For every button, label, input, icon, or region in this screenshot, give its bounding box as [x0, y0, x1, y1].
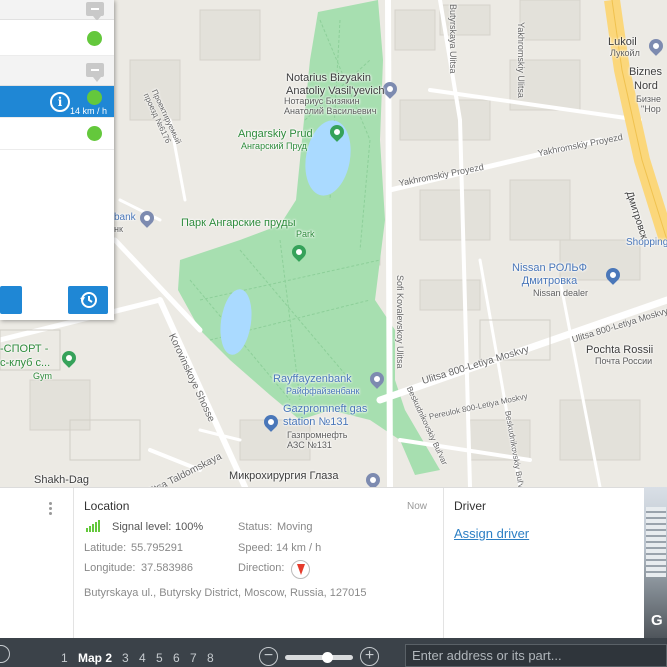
status-online-icon	[87, 31, 102, 46]
map-tab-7[interactable]: 7	[190, 652, 197, 664]
longitude-label: Longitude:	[84, 562, 136, 574]
vehicle-list-panel: i 14 km / h	[0, 0, 114, 320]
list-group-2[interactable]	[0, 56, 114, 86]
rayff-label-ru: Райффайзенбанк	[286, 386, 360, 396]
latitude-label: Latitude:	[84, 542, 127, 554]
status-label: Status:	[238, 521, 273, 533]
address-text: Butyrskaya ul., Butyrsky District, Mosco…	[84, 587, 367, 599]
zoom-in-button[interactable]: +	[360, 647, 379, 666]
signal-icon	[86, 520, 100, 532]
shakh-label: Shakh-Dag	[34, 474, 90, 486]
notarius-label-ru: Нотариус Бизякин Анатолий Васильевич	[284, 96, 377, 117]
column-divider	[73, 488, 74, 639]
list-item-1[interactable]	[0, 20, 114, 56]
lukoil-label-en: Lukoil	[608, 36, 637, 48]
status-online-icon	[87, 90, 102, 105]
map-tab-1[interactable]: 1	[61, 652, 68, 664]
status-value: Moving	[277, 521, 313, 533]
gym-label: Gym	[33, 371, 52, 381]
signal-label: Signal level:	[112, 521, 172, 533]
bizne-ru-label: Бизне	[636, 94, 662, 104]
longitude-value: 37.583986	[141, 562, 193, 574]
biznes-label: Biznes	[629, 66, 663, 78]
signal-value: 100%	[175, 521, 204, 533]
nissan-label-ru: Nissan РОЛЬФ Дмитровка	[512, 262, 588, 287]
nord-label: Nord	[634, 80, 658, 92]
driver-title: Driver	[454, 499, 486, 513]
street-butyrskaya: Butyrskaya Ulitsa	[448, 4, 458, 74]
mikro-label: Микрохирургия Глаза	[229, 470, 339, 482]
list-item-3[interactable]	[0, 118, 114, 150]
assign-driver-link[interactable]: Assign driver	[454, 526, 529, 541]
street-yakhromskiy-ul: Yakhromskiy Ulitsa	[516, 22, 526, 98]
vehicle-speed-label: 14 km / h	[70, 106, 108, 116]
location-time: Now	[407, 501, 428, 512]
direction-label: Direction:	[238, 562, 285, 574]
address-search-input[interactable]	[405, 644, 667, 667]
nissan-label-en: Nissan dealer	[533, 288, 589, 298]
building-image	[646, 507, 666, 577]
angarskiy-prud-label-ru: Ангарский Пруд	[241, 141, 307, 151]
map-tab-2[interactable]: Map 2	[78, 652, 112, 664]
bank-label-1: bank	[114, 212, 136, 223]
street-sofi: Sofi Kovalevskoy Ulitsa	[395, 275, 405, 369]
latitude-value: 55.795291	[131, 542, 183, 554]
zoom-out-button[interactable]: −	[259, 647, 278, 666]
history-button[interactable]	[68, 286, 108, 314]
pochta-label-ru: Почта России	[595, 356, 653, 366]
speed-value: 14 km / h	[276, 542, 322, 554]
rayff-label-en: Rayffayzenbank	[273, 373, 352, 385]
history-icon	[80, 292, 97, 308]
park-label-ru: Парк Ангарские пруды	[181, 217, 296, 229]
map-tab-8[interactable]: 8	[207, 652, 214, 664]
angarskiy-prud-label-en: Angarskiy Prud	[238, 128, 313, 140]
speed-label: Speed:	[238, 542, 273, 554]
status-online-icon	[87, 126, 102, 141]
location-title: Location	[84, 499, 130, 513]
message-icon[interactable]	[86, 2, 104, 21]
map-tab-6[interactable]: 6	[173, 652, 180, 664]
lukoil-label-ru: Лукойл	[610, 48, 640, 58]
map-tab-4[interactable]: 4	[139, 652, 146, 664]
park-label-en: Park	[296, 229, 315, 239]
gazprom-label-en: Gazpromneft gas station №131	[283, 403, 368, 428]
map-tab-5[interactable]: 5	[156, 652, 163, 664]
more-options-icon[interactable]	[49, 502, 53, 517]
message-icon[interactable]	[86, 63, 104, 82]
zoom-slider-track[interactable]	[285, 655, 353, 660]
sport-club-label: с-клуб с...	[0, 357, 51, 369]
street-view-logo: G	[651, 612, 663, 629]
nor-ru-label: "Нор	[641, 104, 661, 114]
zoom-slider-thumb[interactable]	[322, 652, 334, 663]
map-tab-3[interactable]: 3	[122, 652, 129, 664]
shopping-label: Shopping	[626, 237, 667, 248]
direction-arrow-icon	[291, 560, 310, 579]
bank-label-2: нк	[114, 224, 123, 234]
notarius-label-en: Notarius Bizyakin Anatoliy Vasil'yevich	[286, 72, 385, 97]
gazprom-label-ru: Газпромнефть АЗС №131	[287, 430, 348, 451]
list-group-1[interactable]	[0, 0, 114, 21]
sport-label: -СПОРТ -	[0, 343, 49, 355]
info-icon[interactable]: i	[50, 92, 70, 112]
panel-action-button[interactable]	[0, 286, 22, 314]
column-divider	[443, 488, 444, 639]
pochta-label-en: Pochta Rossii	[586, 344, 654, 356]
